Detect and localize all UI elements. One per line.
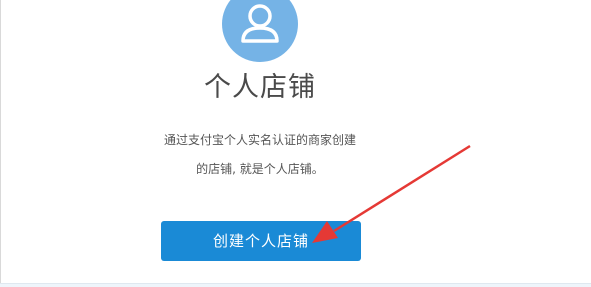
create-personal-store-button[interactable]: 创建个人店铺 <box>161 221 361 261</box>
store-avatar <box>222 0 298 62</box>
store-type-title: 个人店铺 <box>204 72 316 103</box>
personal-store-card: 个人店铺 通过支付宝个人实名认证的商家创建 的店铺, 就是个人店铺。 创建个人店… <box>0 0 591 287</box>
user-icon <box>241 4 279 43</box>
store-description: 通过支付宝个人实名认证的商家创建 的店铺, 就是个人店铺。 <box>150 126 370 184</box>
store-description-line-1: 通过支付宝个人实名认证的商家创建 <box>163 133 356 147</box>
bottom-strip <box>0 283 591 287</box>
store-description-line-2: 的店铺, 就是个人店铺。 <box>196 162 324 176</box>
